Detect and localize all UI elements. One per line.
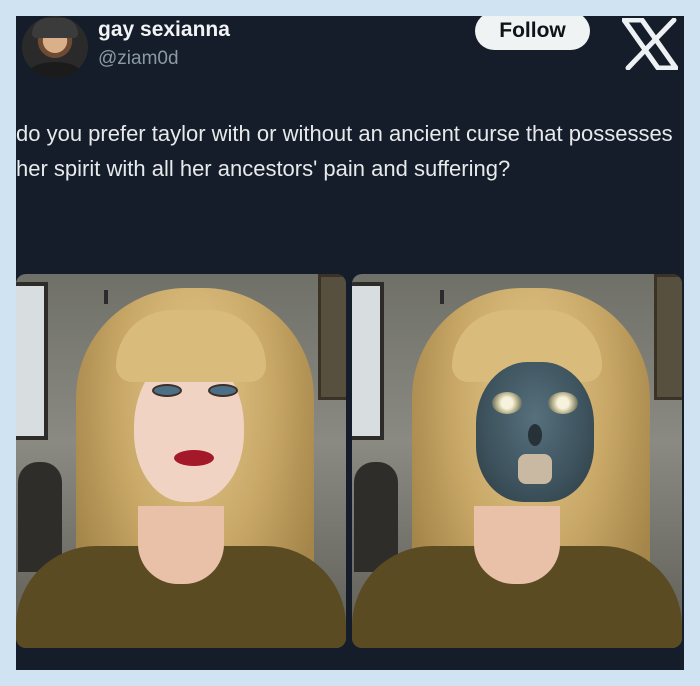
cursed-mask [476, 362, 594, 502]
mask-mouth [518, 454, 552, 484]
photo-wall-frame [318, 274, 346, 400]
photo-neck [138, 506, 224, 584]
photo-wall-frame [654, 274, 682, 400]
photo-light [440, 290, 444, 304]
mask-right-eye [548, 392, 578, 414]
x-logo-icon[interactable] [622, 18, 678, 70]
mask-nose [528, 424, 542, 446]
tweet-text: do you prefer taylor with or without an … [16, 121, 673, 181]
user-handle[interactable]: @ziam0d [98, 48, 179, 70]
avatar-cap [32, 18, 78, 38]
follow-button[interactable]: Follow [475, 16, 590, 50]
photo-window [16, 282, 48, 440]
photo-right-eye [208, 384, 238, 397]
photo-left-eye [152, 384, 182, 397]
photo-lips [174, 450, 214, 466]
display-name[interactable]: gay sexianna [98, 18, 230, 42]
photo-light [104, 290, 108, 304]
tweet-card: gay sexianna @ziam0d Follow do you prefe… [16, 16, 684, 670]
avatar-shirt [28, 62, 82, 78]
mask-left-eye [492, 392, 522, 414]
tweet-photo-cursed[interactable] [352, 274, 682, 648]
avatar[interactable] [22, 16, 88, 78]
tweet-photo-original[interactable] [16, 274, 346, 648]
photo-window [352, 282, 384, 440]
photo-bangs [116, 310, 266, 382]
photo-neck [474, 506, 560, 584]
